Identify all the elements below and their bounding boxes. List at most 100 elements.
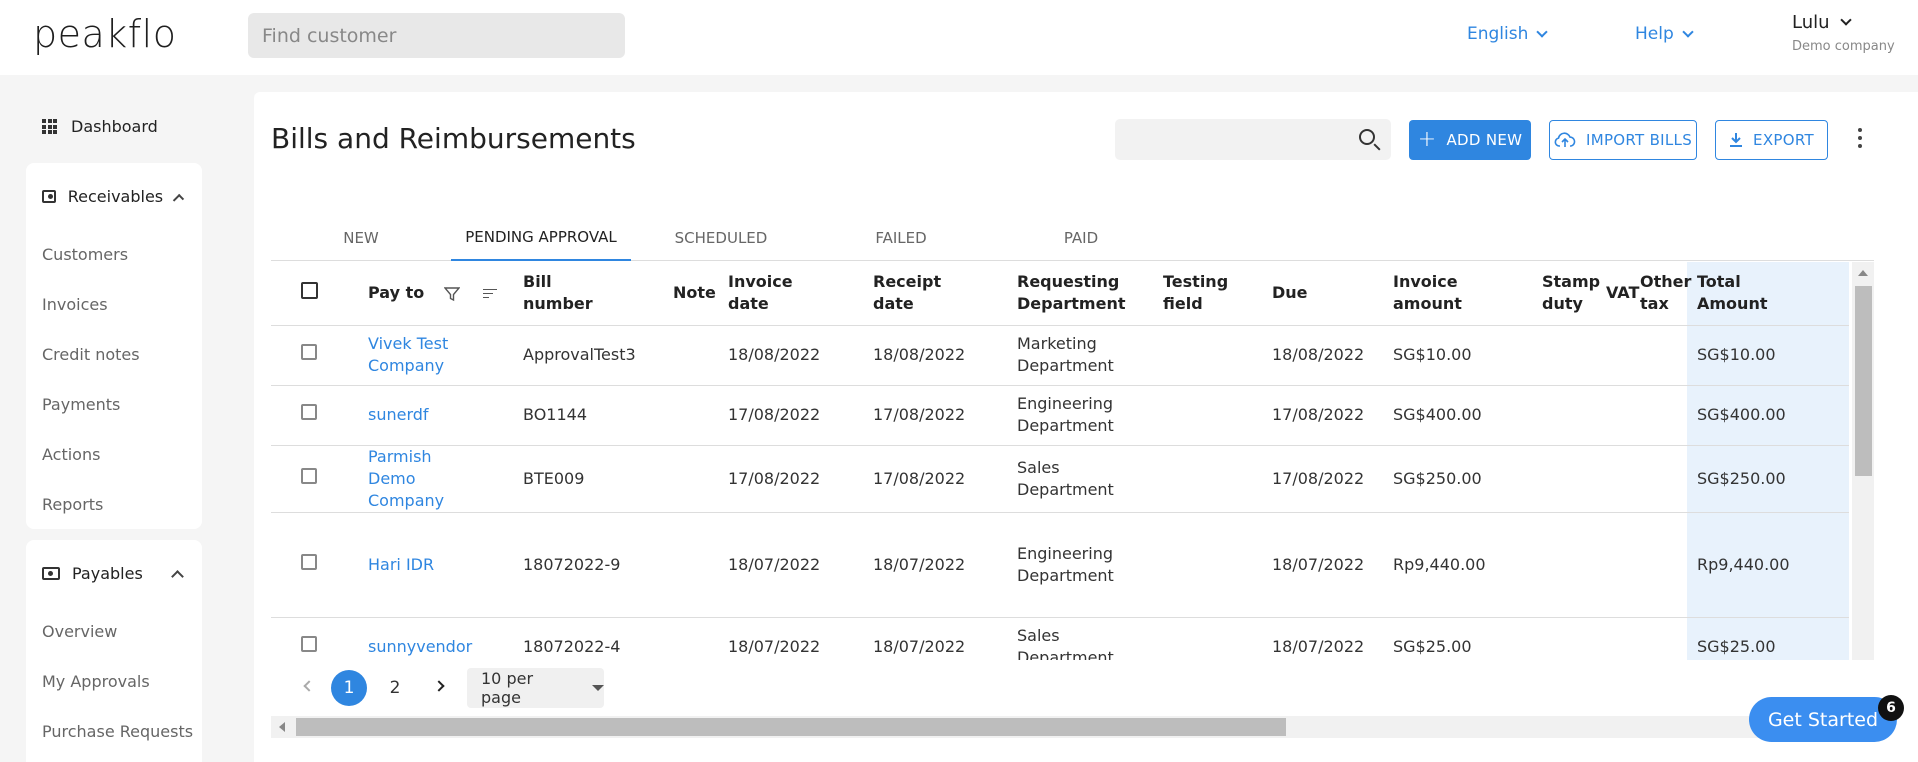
language-dropdown[interactable]: English: [1467, 24, 1549, 44]
cash-icon: [42, 566, 60, 580]
sidebar-item-label: Dashboard: [71, 117, 158, 136]
page-title: Bills and Reimbursements: [271, 122, 636, 155]
help-dropdown[interactable]: Help: [1635, 24, 1694, 44]
stamp-duty-cell: [1542, 445, 1606, 513]
scroll-left-arrow-icon[interactable]: [279, 722, 285, 732]
due-cell: 18/08/2022: [1272, 325, 1393, 386]
import-bills-button[interactable]: IMPORT BILLS: [1549, 120, 1697, 160]
scroll-up-arrow-icon[interactable]: [1858, 270, 1868, 276]
note-cell: [673, 385, 728, 446]
row-checkbox[interactable]: [301, 344, 317, 360]
receipt-date-cell: 17/08/2022: [873, 445, 1017, 513]
add-new-button[interactable]: + ADD NEW: [1409, 120, 1531, 160]
table-row[interactable]: sunnyvendor 18072022-4 18/07/2022 18/07/…: [271, 617, 1849, 660]
pay-to-link[interactable]: Hari IDR: [368, 555, 434, 574]
sidebar-item-customers[interactable]: Customers: [26, 229, 202, 279]
export-label: EXPORT: [1753, 131, 1814, 149]
testing-field-cell: [1163, 512, 1272, 618]
stamp-duty-cell: [1542, 325, 1606, 386]
stamp-duty-cell: [1542, 617, 1606, 660]
invoice-amount-cell: SG$10.00: [1393, 325, 1542, 386]
tab-failed[interactable]: FAILED: [811, 214, 991, 261]
pay-to-link[interactable]: sunnyvendor: [368, 637, 472, 656]
download-icon: [1730, 133, 1743, 147]
select-all-checkbox[interactable]: [301, 281, 318, 299]
payables-header[interactable]: Payables: [26, 540, 202, 606]
sidebar-item-actions[interactable]: Actions: [26, 429, 202, 479]
row-checkbox[interactable]: [301, 636, 317, 652]
receivables-header[interactable]: Receivables: [26, 163, 202, 229]
prev-page-icon[interactable]: [303, 680, 315, 692]
notification-badge: 6: [1878, 695, 1904, 721]
filter-icon[interactable]: [443, 286, 460, 302]
vertical-scrollbar[interactable]: [1852, 262, 1874, 660]
total-amount-cell: SG$25.00: [1687, 617, 1849, 660]
export-button[interactable]: EXPORT: [1715, 120, 1828, 160]
vertical-scroll-thumb[interactable]: [1855, 286, 1872, 476]
bills-search-input[interactable]: [1115, 119, 1391, 160]
note-cell: [673, 445, 728, 513]
sidebar-item-payments[interactable]: Payments: [26, 379, 202, 429]
tab-new[interactable]: NEW: [271, 214, 451, 261]
department-cell: Engineering Department: [1017, 385, 1163, 446]
receipt-date-cell: 18/07/2022: [873, 617, 1017, 660]
sidebar-item-my-approvals[interactable]: My Approvals: [26, 656, 202, 706]
next-page-icon[interactable]: [433, 680, 445, 692]
horizontal-scrollbar[interactable]: [271, 716, 1851, 738]
top-bar: peakflo English Help Lulu Demo company: [0, 0, 1918, 75]
vat-cell: [1606, 325, 1640, 386]
user-menu[interactable]: Lulu Demo company: [1792, 12, 1895, 54]
sidebar-item-reports[interactable]: Reports: [26, 479, 202, 529]
note-cell: [673, 617, 728, 660]
table-row[interactable]: Vivek Test Company ApprovalTest3 18/08/2…: [271, 325, 1849, 386]
per-page-value: 10 per page: [481, 669, 534, 707]
receipt-date-cell: 18/08/2022: [873, 325, 1017, 386]
table-row[interactable]: sunerdf BO1144 17/08/2022 17/08/2022 Eng…: [271, 385, 1849, 446]
more-options-icon[interactable]: [1858, 128, 1863, 148]
page-button-1[interactable]: 1: [331, 670, 367, 706]
search-icon[interactable]: [1359, 129, 1375, 145]
horizontal-scroll-thumb[interactable]: [296, 718, 1286, 736]
help-label: Help: [1635, 24, 1674, 44]
col-due: Due: [1272, 262, 1393, 326]
tab-scheduled[interactable]: SCHEDULED: [631, 214, 811, 261]
table-row[interactable]: Parmish Demo Company BTE009 17/08/2022 1…: [271, 445, 1849, 513]
col-bill-number: Bill number: [523, 262, 673, 326]
tab-paid[interactable]: PAID: [991, 214, 1171, 261]
department-cell: Sales Department: [1017, 445, 1163, 513]
pay-to-link[interactable]: Vivek Test Company: [368, 334, 448, 375]
sidebar-item-purchase-requests[interactable]: Purchase Requests: [26, 706, 202, 756]
per-page-select[interactable]: 10 per page: [467, 668, 604, 708]
pay-to-link[interactable]: Parmish Demo Company: [368, 447, 444, 510]
page-button-2[interactable]: 2: [377, 670, 413, 706]
sidebar-item-invoices[interactable]: Invoices: [26, 279, 202, 329]
sort-icon[interactable]: [483, 288, 498, 300]
col-vat: VAT: [1606, 262, 1640, 326]
note-cell: [673, 325, 728, 386]
invoice-date-cell: 18/07/2022: [728, 617, 873, 660]
table-row[interactable]: Hari IDR 18072022-9 18/07/2022 18/07/202…: [271, 512, 1849, 618]
stamp-duty-cell: [1542, 512, 1606, 618]
get-started-button[interactable]: Get Started: [1749, 697, 1897, 742]
total-amount-cell: Rp9,440.00: [1687, 512, 1849, 618]
other-tax-cell: [1640, 385, 1687, 446]
pay-to-link[interactable]: sunerdf: [368, 405, 429, 424]
due-cell: 18/07/2022: [1272, 617, 1393, 660]
bill-number-cell: 18072022-4: [523, 617, 673, 660]
stamp-duty-cell: [1542, 385, 1606, 446]
sidebar-item-dashboard[interactable]: Dashboard: [42, 117, 158, 136]
tab-pending-approval[interactable]: PENDING APPROVAL: [451, 214, 631, 261]
col-note: Note: [673, 262, 728, 326]
col-testing-field: Testing field: [1163, 262, 1272, 326]
testing-field-cell: [1163, 617, 1272, 660]
sidebar-item-credit-notes[interactable]: Credit notes: [26, 329, 202, 379]
row-checkbox[interactable]: [301, 404, 317, 420]
row-checkbox[interactable]: [301, 467, 317, 484]
find-customer-input[interactable]: [248, 13, 625, 58]
other-tax-cell: [1640, 445, 1687, 513]
user-name: Lulu: [1792, 12, 1830, 33]
row-checkbox[interactable]: [301, 553, 317, 570]
sidebar-item-overview[interactable]: Overview: [26, 606, 202, 656]
table-header-row: Pay to Bill number Note Invoice date Rec…: [271, 262, 1849, 326]
peakflo-logo[interactable]: peakflo: [33, 12, 176, 56]
